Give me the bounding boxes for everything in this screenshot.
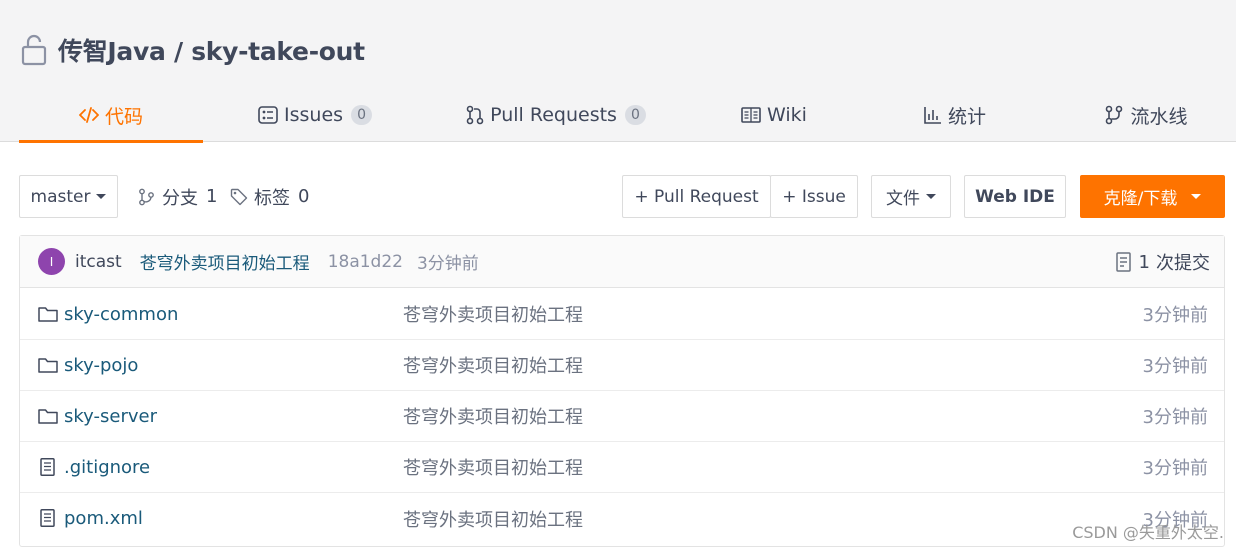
repo-toolbar: master 分支 1 标签 0 + Pull Request + Issue … xyxy=(0,175,1236,218)
chevron-down-icon xyxy=(1191,194,1202,199)
file-name[interactable]: sky-common xyxy=(64,304,178,325)
branch-select-label: master xyxy=(30,186,91,207)
repo-header: 传智Java / sky-take-out 代码 Issues 0 Pull R… xyxy=(0,0,1236,143)
pull-request-icon xyxy=(466,105,484,125)
repo-full-name[interactable]: 传智Java / sky-take-out xyxy=(58,32,365,68)
avatar[interactable]: I xyxy=(38,248,65,275)
table-row[interactable]: pom.xml 苍穹外卖项目初始工程 3分钟前 xyxy=(20,493,1224,544)
chevron-down-icon xyxy=(96,194,107,199)
commits-count: 1 xyxy=(1138,251,1150,273)
web-ide-button[interactable]: Web IDE xyxy=(964,175,1066,218)
new-issue-button[interactable]: + Issue xyxy=(770,175,858,218)
clone-download-button[interactable]: 克隆/下载 xyxy=(1080,175,1225,218)
latest-commit-bar: I itcast 苍穹外卖项目初始工程 18a1d22 3分钟前 1 次提交 xyxy=(20,236,1224,288)
repo-title: 传智Java / sky-take-out xyxy=(20,32,365,68)
file-name[interactable]: .gitignore xyxy=(64,457,150,478)
table-row[interactable]: sky-server 苍穹外卖项目初始工程 3分钟前 xyxy=(20,391,1224,442)
table-row[interactable]: sky-pojo 苍穹外卖项目初始工程 3分钟前 xyxy=(20,340,1224,391)
code-icon xyxy=(78,107,99,123)
file-browser: I itcast 苍穹外卖项目初始工程 18a1d22 3分钟前 1 次提交 s… xyxy=(19,235,1225,547)
file-commit-message[interactable]: 苍穹外卖项目初始工程 xyxy=(403,352,583,378)
file-menu-button[interactable]: 文件 xyxy=(871,175,951,218)
chevron-down-icon xyxy=(926,194,936,199)
tab-wiki[interactable]: Wiki xyxy=(738,88,810,142)
pull-requests-count-badge: 0 xyxy=(624,105,646,125)
tags-label: 标签 xyxy=(254,187,290,209)
file-name[interactable]: sky-server xyxy=(64,406,157,427)
tab-code-label: 代码 xyxy=(104,105,143,128)
tab-issues[interactable]: Issues 0 xyxy=(255,88,375,142)
repo-separator: / xyxy=(165,37,192,66)
file-commit-message[interactable]: 苍穹外卖项目初始工程 xyxy=(403,454,583,480)
file-commit-message[interactable]: 苍穹外卖项目初始工程 xyxy=(403,301,583,327)
tags-count: 0 xyxy=(298,186,310,207)
commits-label: 次提交 xyxy=(1156,253,1210,274)
branches-link[interactable]: 分支 1 xyxy=(138,175,217,218)
branches-count: 1 xyxy=(206,186,218,207)
tab-pipeline[interactable]: 流水线 xyxy=(1098,88,1194,142)
commit-time: 3分钟前 xyxy=(416,254,479,274)
file-icon xyxy=(40,509,55,527)
issues-count-badge: 0 xyxy=(351,105,372,125)
tab-stats-label: 统计 xyxy=(947,105,986,128)
repo-name[interactable]: sky-take-out xyxy=(191,37,365,66)
branch-icon xyxy=(139,188,154,205)
commit-message[interactable]: 苍穹外卖项目初始工程 xyxy=(140,249,310,274)
tab-pipeline-label: 流水线 xyxy=(1130,105,1188,128)
branch-select[interactable]: master xyxy=(19,175,118,218)
clone-download-label: 克隆/下载 xyxy=(1103,189,1178,209)
issues-icon xyxy=(258,106,278,124)
file-time: 3分钟前 xyxy=(1142,305,1208,326)
file-time: 3分钟前 xyxy=(1142,356,1208,377)
file-name[interactable]: sky-pojo xyxy=(64,355,138,376)
tab-code[interactable]: 代码 xyxy=(19,88,203,143)
tags-link[interactable]: 标签 0 xyxy=(230,175,309,218)
repo-owner[interactable]: 传智Java xyxy=(58,37,166,66)
tab-stats[interactable]: 统计 xyxy=(918,88,992,142)
tab-pull-requests-label: Pull Requests xyxy=(490,104,617,126)
file-time: 3分钟前 xyxy=(1142,458,1208,479)
tab-issues-label: Issues xyxy=(284,104,344,126)
file-time: 3分钟前 xyxy=(1142,407,1208,428)
commit-author[interactable]: itcast xyxy=(75,252,122,272)
file-commit-message[interactable]: 苍穹外卖项目初始工程 xyxy=(403,506,583,532)
file-icon xyxy=(40,458,55,476)
tab-pull-requests[interactable]: Pull Requests 0 xyxy=(466,88,646,142)
folder-icon xyxy=(38,409,58,424)
tag-icon xyxy=(230,188,248,205)
new-pull-request-button[interactable]: + Pull Request xyxy=(622,175,771,218)
table-row[interactable]: sky-common 苍穹外卖项目初始工程 3分钟前 xyxy=(20,289,1224,340)
folder-icon xyxy=(38,358,58,373)
folder-icon xyxy=(38,307,58,322)
tab-wiki-label: Wiki xyxy=(767,104,807,126)
stats-icon xyxy=(924,107,941,124)
branches-label: 分支 xyxy=(162,187,198,209)
file-name[interactable]: pom.xml xyxy=(64,508,143,529)
commit-history-icon xyxy=(1115,252,1131,272)
file-commit-message[interactable]: 苍穹外卖项目初始工程 xyxy=(403,403,583,429)
file-menu-label: 文件 xyxy=(886,189,920,209)
table-row[interactable]: .gitignore 苍穹外卖项目初始工程 3分钟前 xyxy=(20,442,1224,493)
repo-tabs: 代码 Issues 0 Pull Requests 0 Wiki 统计 流水线 xyxy=(0,88,1236,143)
commit-sha[interactable]: 18a1d22 xyxy=(328,252,403,272)
pipeline-icon xyxy=(1106,105,1123,125)
wiki-icon xyxy=(741,107,761,123)
lock-icon xyxy=(20,33,50,67)
commits-count-link[interactable]: 1 次提交 xyxy=(1115,236,1210,288)
watermark: CSDN @失重外太空. xyxy=(1072,523,1224,542)
